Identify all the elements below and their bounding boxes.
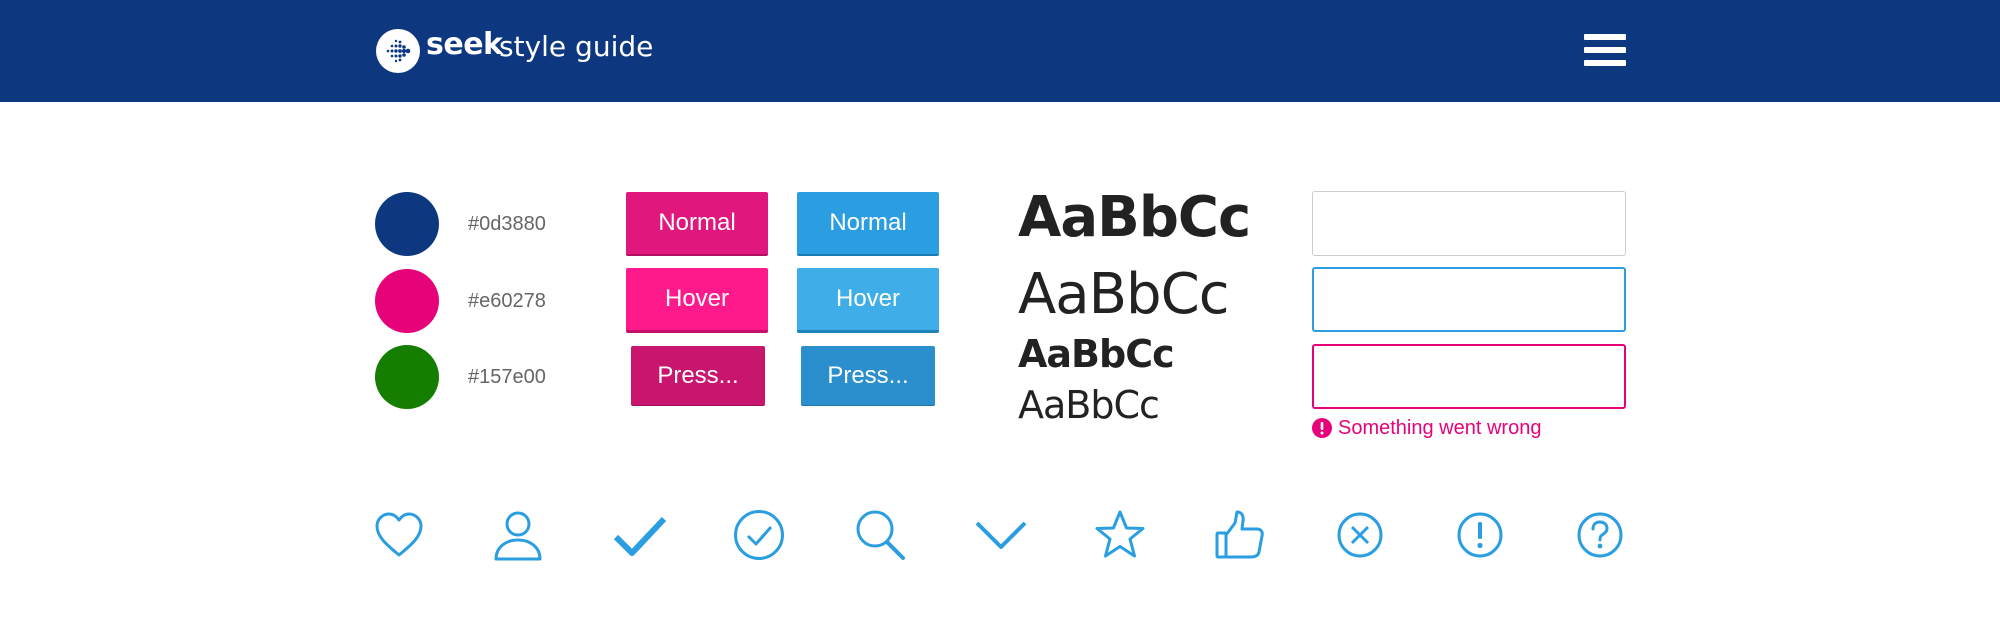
brand-name: seek [426, 27, 503, 62]
type-sample-heading-light: AaBbCc [1018, 262, 1229, 327]
type-sample-body-bold: AaBbCc [1018, 332, 1175, 376]
star-icon[interactable] [1093, 509, 1147, 561]
text-input-focused[interactable] [1312, 267, 1626, 332]
pink-button-normal[interactable]: Normal [626, 192, 768, 256]
blue-button-pressed[interactable]: Press... [801, 346, 935, 406]
check-icon[interactable] [612, 509, 668, 561]
color-swatch-pink [375, 269, 439, 333]
blue-button-normal[interactable]: Normal [797, 192, 939, 256]
text-input-error[interactable] [1312, 344, 1626, 409]
heart-icon[interactable] [373, 509, 425, 561]
close-circle-icon[interactable] [1334, 509, 1386, 561]
seek-logo-icon[interactable] [376, 29, 420, 73]
help-circle-icon[interactable] [1574, 509, 1626, 561]
color-swatch-green [375, 345, 439, 409]
site-subtitle: style guide [499, 30, 654, 63]
hamburger-menu-icon[interactable] [1584, 34, 1626, 66]
thumbs-up-icon[interactable] [1213, 509, 1267, 561]
header: seek style guide [0, 0, 2000, 102]
check-circle-icon[interactable] [733, 509, 785, 561]
color-hex-label: #0d3880 [468, 213, 546, 235]
error-icon [1312, 418, 1332, 438]
chevron-down-icon[interactable] [973, 509, 1029, 561]
color-hex-label: #157e00 [468, 366, 546, 388]
error-message: Something went wrong [1338, 416, 1542, 439]
type-sample-body-regular: AaBbCc [1018, 383, 1160, 427]
type-sample-heading-bold: AaBbCc [1018, 185, 1251, 250]
text-input-default[interactable] [1312, 191, 1626, 256]
color-swatch-blue [375, 192, 439, 256]
color-hex-label: #e60278 [468, 290, 546, 312]
search-icon[interactable] [853, 509, 907, 561]
error-row: Something went wrong [1312, 416, 1541, 440]
blue-button-hover[interactable]: Hover [797, 268, 939, 333]
user-icon[interactable] [492, 509, 544, 561]
alert-circle-icon[interactable] [1454, 509, 1506, 561]
pink-button-hover[interactable]: Hover [626, 268, 768, 333]
pink-button-pressed[interactable]: Press... [631, 346, 765, 406]
